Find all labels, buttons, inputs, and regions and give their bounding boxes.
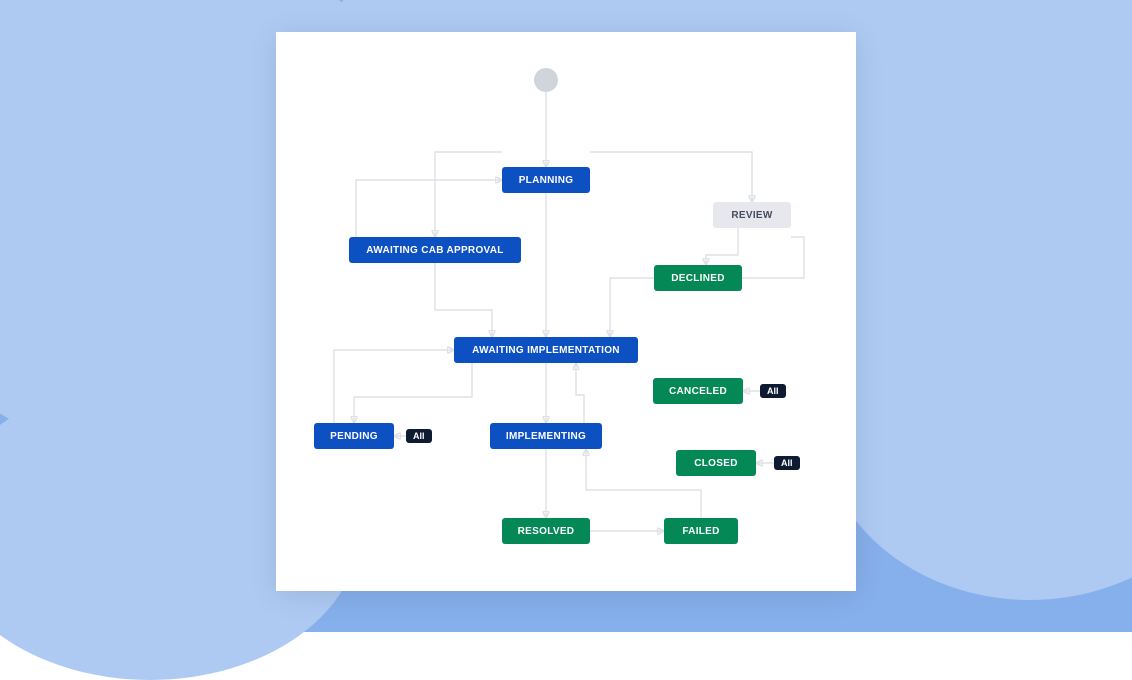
- workflow-stage: PLANNING REVIEW AWAITING CAB APPROVAL DE…: [276, 32, 856, 591]
- node-pending[interactable]: PENDING: [314, 423, 394, 449]
- node-failed[interactable]: FAILED: [664, 518, 738, 544]
- node-planning[interactable]: PLANNING: [502, 167, 590, 193]
- node-review[interactable]: REVIEW: [713, 202, 791, 228]
- node-resolved[interactable]: RESOLVED: [502, 518, 590, 544]
- workflow-connectors: [276, 32, 856, 591]
- node-awaiting-implementation[interactable]: AWAITING IMPLEMENTATION: [454, 337, 638, 363]
- node-awaiting-cab-approval[interactable]: AWAITING CAB APPROVAL: [349, 237, 521, 263]
- workflow-start: [534, 68, 558, 92]
- workflow-diagram-card: PLANNING REVIEW AWAITING CAB APPROVAL DE…: [276, 32, 856, 591]
- badge-pending-all: All: [406, 429, 432, 443]
- badge-canceled-all: All: [760, 384, 786, 398]
- node-implementing[interactable]: IMPLEMENTING: [490, 423, 602, 449]
- node-closed[interactable]: CLOSED: [676, 450, 756, 476]
- node-declined[interactable]: DECLINED: [654, 265, 742, 291]
- badge-closed-all: All: [774, 456, 800, 470]
- node-canceled[interactable]: CANCELED: [653, 378, 743, 404]
